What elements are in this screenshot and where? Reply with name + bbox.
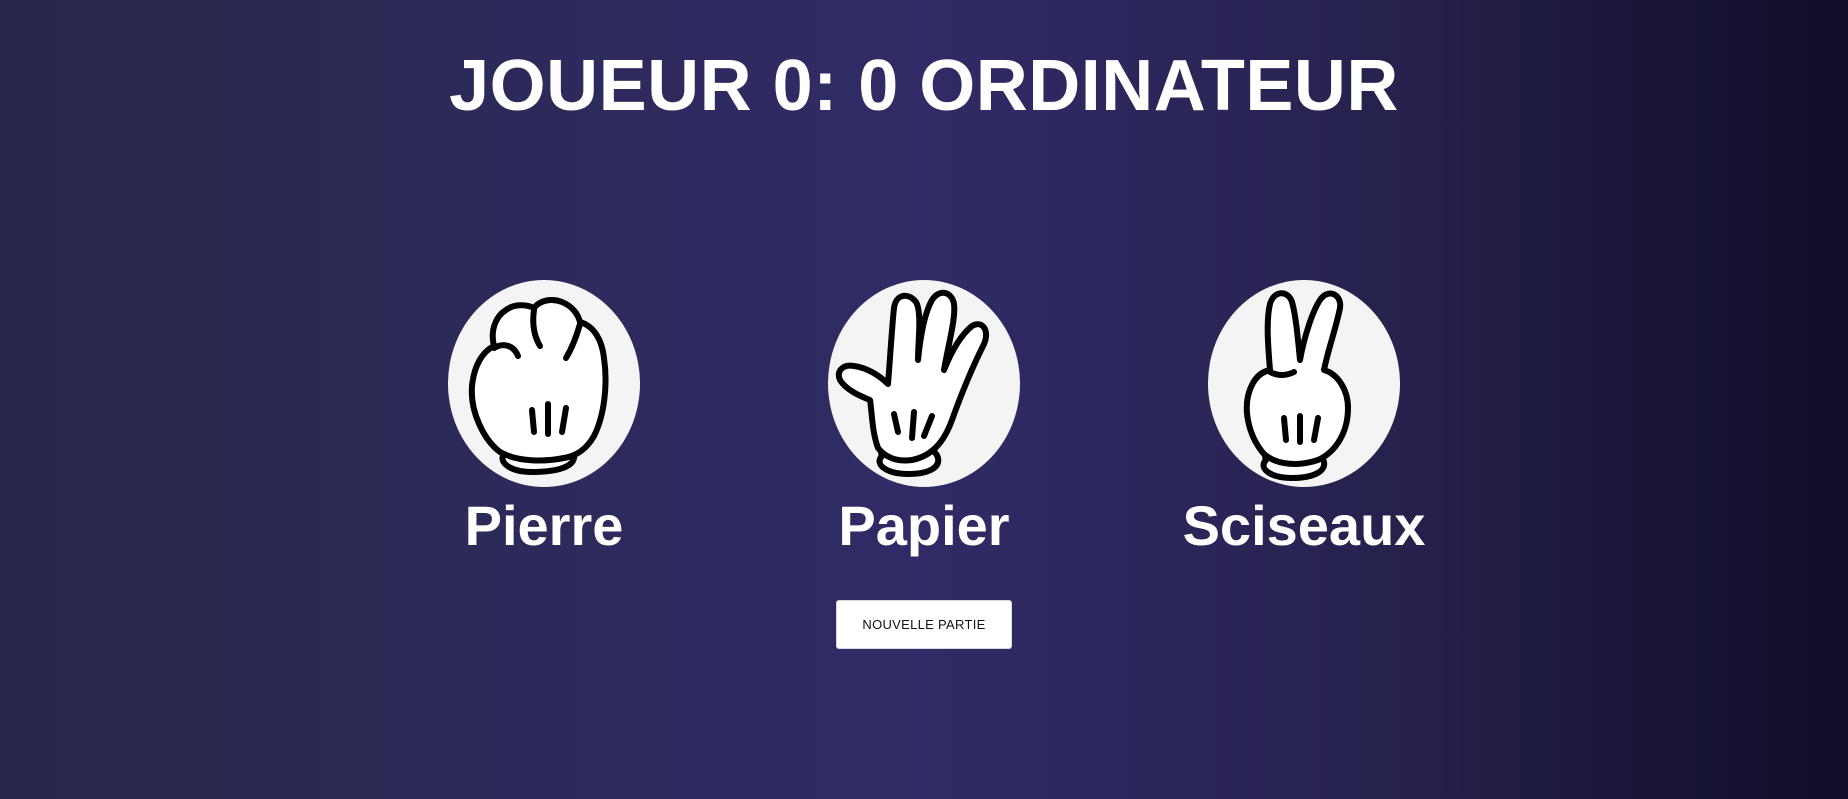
paper-label[interactable]: Papier bbox=[838, 495, 1009, 557]
scoreboard: JOUEUR 0: 0 ORDINATEUR bbox=[0, 50, 1848, 122]
choice-rock[interactable]: Pierre bbox=[404, 280, 684, 557]
choice-scissors[interactable]: Sciseaux bbox=[1164, 280, 1444, 557]
scissors-label[interactable]: Sciseaux bbox=[1183, 495, 1426, 557]
player-score: 0 bbox=[772, 46, 814, 126]
computer-score: 0 bbox=[858, 46, 899, 126]
player-label: JOUEUR bbox=[449, 46, 753, 126]
new-game-button[interactable]: NOUVELLE PARTIE bbox=[836, 600, 1012, 649]
score-separator: : bbox=[813, 46, 838, 126]
choices-container: Pierre Papier Sciseaux bbox=[0, 280, 1848, 560]
computer-label: ORDINATEUR bbox=[919, 46, 1399, 126]
rock-hand-icon[interactable] bbox=[448, 280, 640, 487]
scissors-hand-icon[interactable] bbox=[1208, 280, 1400, 487]
paper-hand-icon[interactable] bbox=[828, 280, 1020, 487]
rock-label[interactable]: Pierre bbox=[465, 495, 624, 557]
choice-paper[interactable]: Papier bbox=[784, 280, 1064, 557]
